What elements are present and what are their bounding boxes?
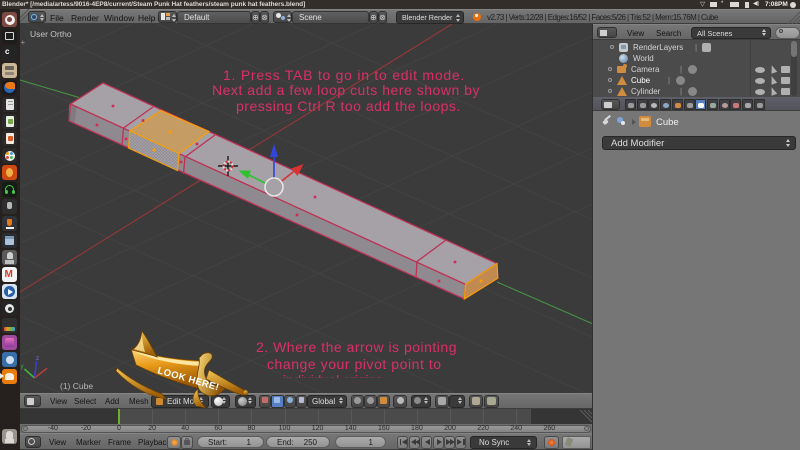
svg-text:y: y [21, 364, 24, 370]
svg-text:z: z [36, 356, 39, 362]
